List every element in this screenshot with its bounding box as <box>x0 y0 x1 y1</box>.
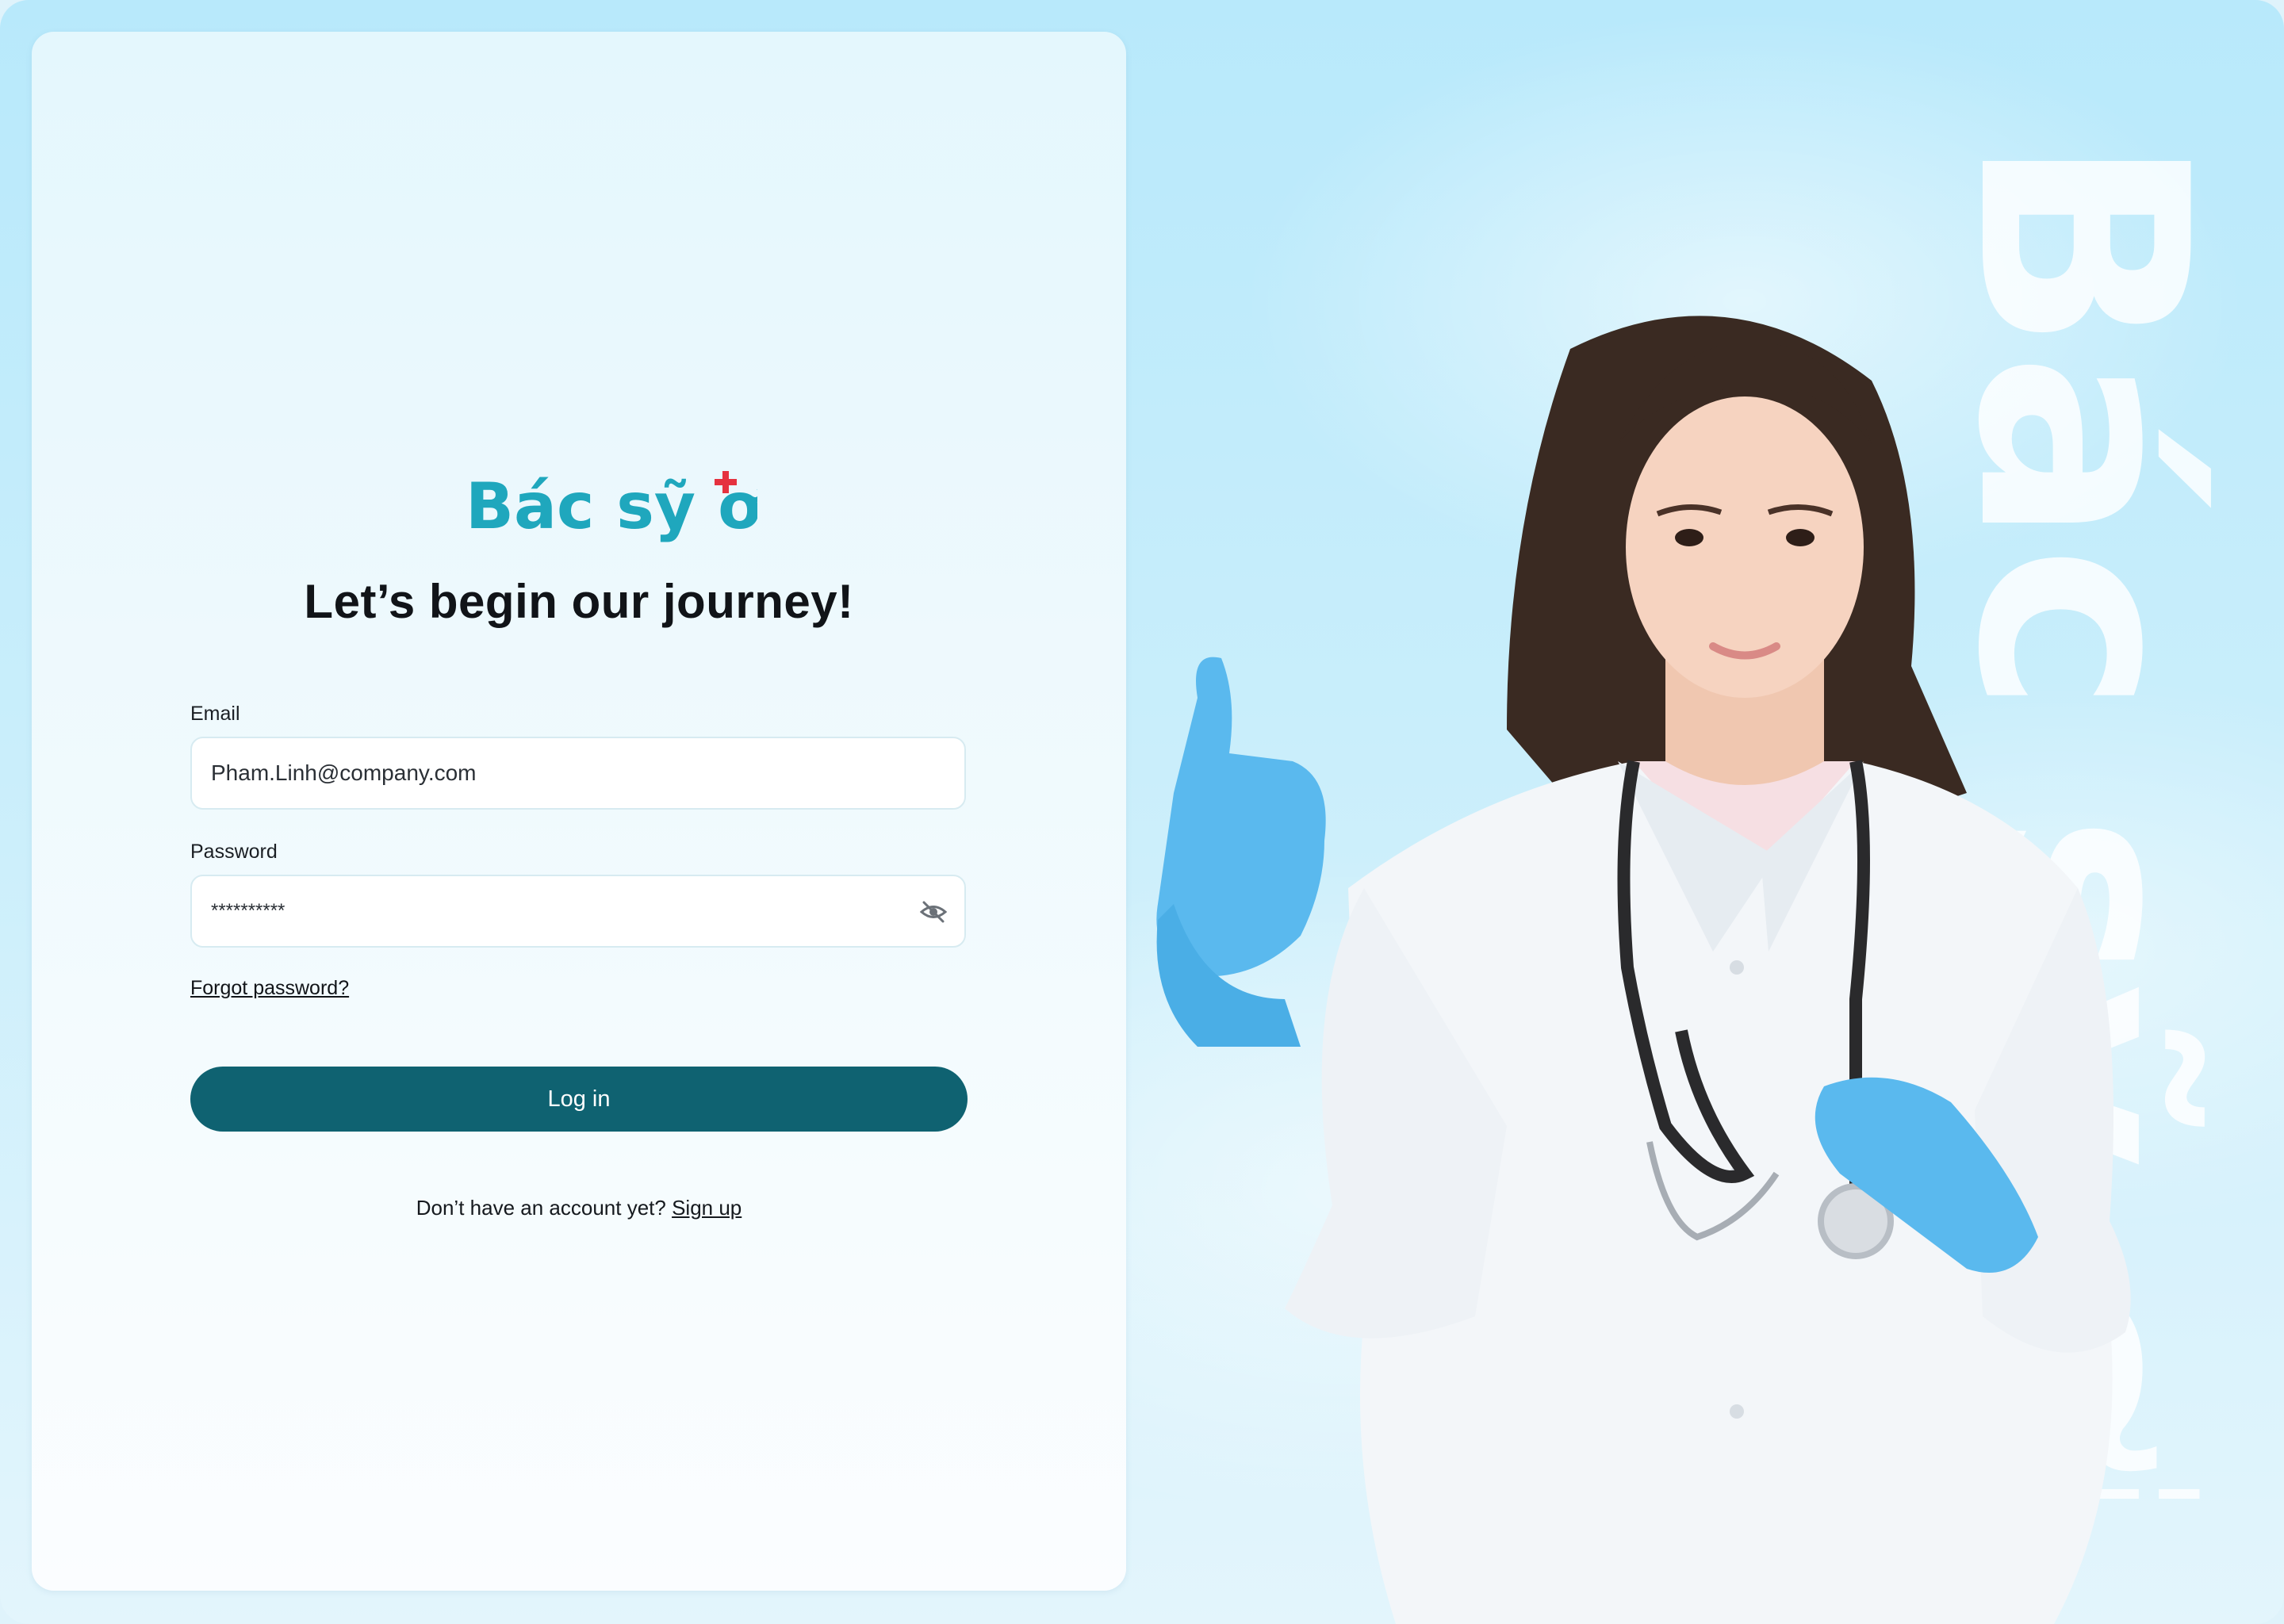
password-label: Password <box>190 841 278 863</box>
login-page: Bác sỹ ơi Bác sỹ ơi Let’s begin our jour… <box>0 0 2284 1624</box>
email-value[interactable]: Pham.Linh@company.com <box>211 738 477 808</box>
login-card: Bác sỹ ơi Let’s begin our journey! Email… <box>32 32 1126 1591</box>
password-field[interactable]: ********** <box>190 875 966 948</box>
login-button[interactable]: Log in <box>190 1067 968 1132</box>
signup-row: Don’t have an account yet? Sign up <box>32 1196 1126 1220</box>
signup-prompt: Don’t have an account yet? <box>416 1196 666 1220</box>
brand-logo: Bác sỹ ơi <box>466 469 757 543</box>
email-label: Email <box>190 703 240 725</box>
forgot-password-link[interactable]: Forgot password? <box>190 977 349 1000</box>
svg-text:Bác sỹ ơi: Bác sỹ ơi <box>466 469 757 543</box>
signup-link[interactable]: Sign up <box>672 1196 742 1220</box>
password-value[interactable]: ********** <box>211 876 285 946</box>
email-field[interactable]: Pham.Linh@company.com <box>190 737 966 810</box>
doctor-photo <box>1156 316 2131 1624</box>
page-title: Let’s begin our journey! <box>304 575 854 628</box>
eye-off-icon[interactable] <box>920 900 947 924</box>
